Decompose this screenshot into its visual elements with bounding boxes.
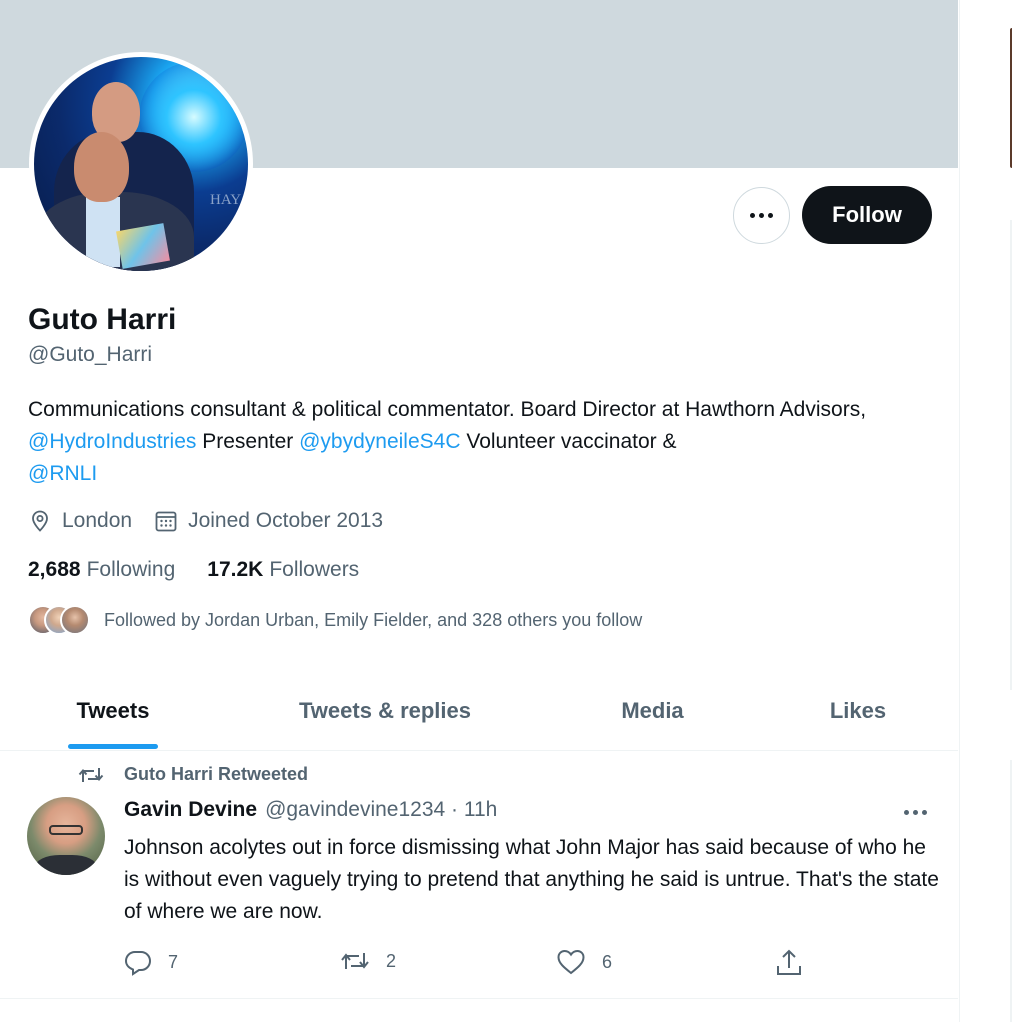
follow-counts: 2,688 Following 17.2K Followers [28,558,391,582]
bio-text: Presenter [196,430,300,453]
retweet-button[interactable]: 2 [340,948,396,974]
bio-link-hydroindustries[interactable]: @HydroIndustries [28,430,196,453]
avatar [60,605,90,635]
reply-count: 7 [168,951,179,972]
calendar-icon [155,511,177,532]
heart-icon [557,949,585,975]
more-icon [904,810,909,815]
tab-tweets-replies[interactable]: Tweets & replies [270,671,500,751]
joined-text: Joined October 2013 [188,509,384,532]
profile-bio: Communications consultant & political co… [28,394,928,490]
tweet-author-avatar[interactable] [27,797,105,875]
profile-meta: London Joined October 2013 [28,509,405,533]
avatar-photo-text: HAY [210,192,242,208]
follow-button[interactable]: Follow [802,186,932,244]
location-pin-icon [32,510,48,532]
retweet-icon [78,767,104,782]
more-options-button[interactable] [733,187,790,244]
bio-link-rnli[interactable]: @RNLI [28,462,97,485]
tweet-header: Gavin Devine @gavindevine1234 · 11h [124,798,497,822]
tweet-text: Johnson acolytes out in force dismissing… [124,836,939,923]
bio-link-ybydyneiles4c[interactable]: @ybydyneileS4C [299,430,460,453]
profile-avatar-photo: HAY [34,57,248,271]
tweet-actions: 7 2 6 [124,948,814,980]
followed-by-text: Followed by Jordan Urban, Emily Fielder,… [104,609,643,630]
like-count: 6 [602,951,613,972]
profile-joined: Joined October 2013 [154,509,383,533]
retweet-context[interactable]: Guto Harri Retweeted [78,764,308,785]
profile-handle: @Guto_Harri [28,343,153,366]
tab-media[interactable]: Media [580,671,725,751]
reply-button[interactable]: 7 [124,948,178,976]
followers-label: Followers [269,558,360,581]
retweeted-by-text: Guto Harri Retweeted [124,764,309,784]
following-label: Following [86,558,176,581]
followed-by-avatars [28,605,90,635]
tab-label: Likes [829,698,887,723]
tweet-author-name[interactable]: Gavin Devine [124,798,257,822]
followers-count: 17.2K [207,558,264,581]
bio-text: Volunteer vaccinator & [460,430,677,453]
profile-location: London [28,509,132,533]
tweet-more-button[interactable] [904,810,927,815]
profile-avatar[interactable]: HAY [29,52,253,276]
tab-label: Tweets [76,698,150,723]
tab-tweets[interactable]: Tweets [28,671,198,751]
tweet-item[interactable]: Guto Harri Retweeted Gavin Devine @gavin… [0,752,958,999]
tab-likes[interactable]: Likes [790,671,926,751]
profile-tabs: Tweets Tweets & replies Media Likes [0,671,958,751]
retweet-count: 2 [386,950,397,971]
location-text: London [62,509,133,532]
following-count: 2,688 [28,558,81,581]
tweet-author-handle[interactable]: @gavindevine1234 · 11h [265,798,497,822]
profile-name: Guto Harri [28,303,177,336]
like-button[interactable]: 6 [556,948,612,976]
followed-by-row[interactable]: Followed by Jordan Urban, Emily Fielder,… [28,605,642,635]
tab-label: Tweets & replies [299,698,471,723]
followers-link[interactable]: 17.2K Followers [207,558,359,582]
retweet-icon [341,953,369,969]
following-link[interactable]: 2,688 Following [28,558,175,582]
reply-icon [124,951,152,976]
bio-text: Communications consultant & political co… [28,398,867,421]
share-icon [777,949,801,975]
more-icon [750,213,755,218]
active-tab-indicator [68,744,158,749]
tab-label: Media [621,698,684,723]
right-sidebar-edge [962,0,1012,1022]
profile-column: HAY Follow Guto Harri @Guto_Harri Commun… [0,0,960,1022]
share-button[interactable] [774,948,820,978]
